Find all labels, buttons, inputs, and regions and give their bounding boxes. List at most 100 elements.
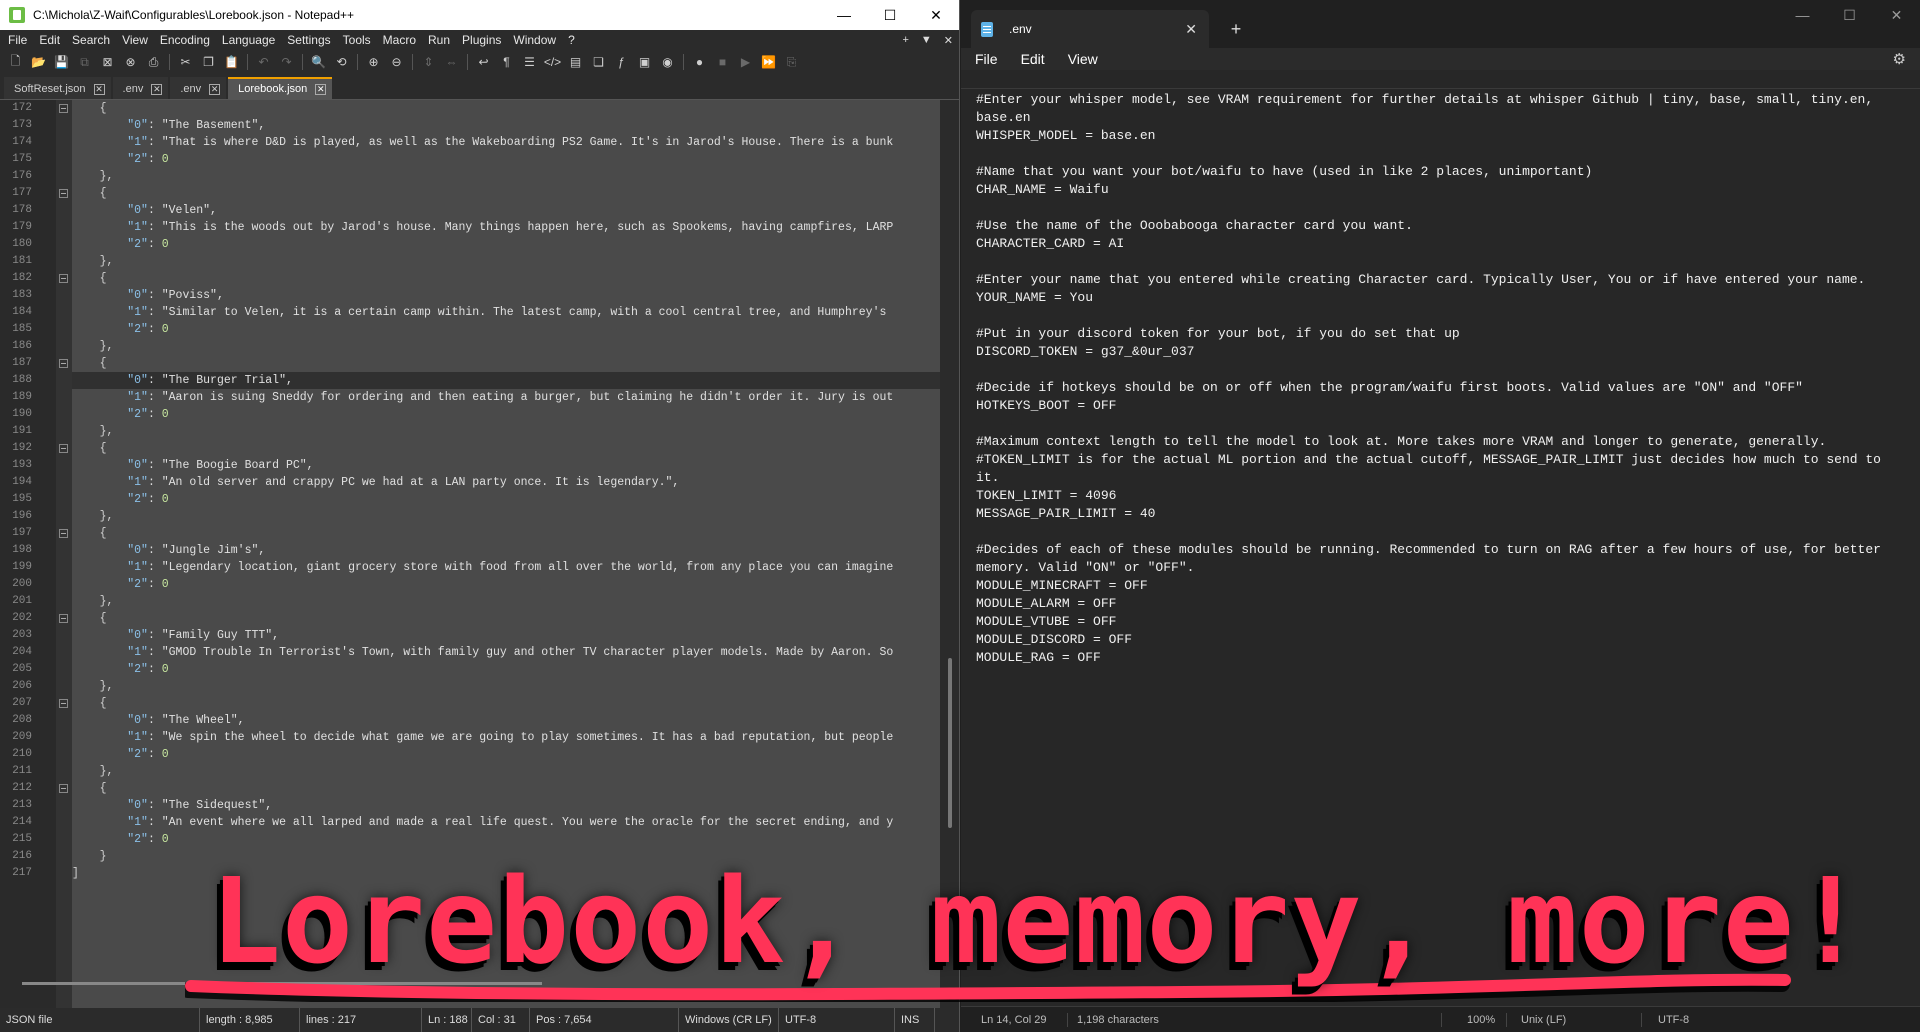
code-line[interactable]: "1": "We spin the wheel to decide what g… <box>72 729 893 746</box>
text-line[interactable]: MODULE_VTUBE = OFF <box>976 613 1910 631</box>
npp-menu-window[interactable]: Window <box>507 33 562 47</box>
fold-toggle-icon[interactable] <box>59 529 68 538</box>
code-line[interactable]: { <box>72 185 107 202</box>
code-line[interactable]: "2": 0 <box>72 831 168 848</box>
record-macro-icon[interactable]: ● <box>690 53 709 71</box>
text-line[interactable]: MODULE_ALARM = OFF <box>976 595 1910 613</box>
document-list-icon[interactable]: ❏ <box>589 53 608 71</box>
fold-toggle-icon[interactable] <box>59 444 68 453</box>
text-line[interactable] <box>976 415 1910 433</box>
text-line[interactable] <box>976 145 1910 163</box>
open-file-icon[interactable]: 📂 <box>29 53 48 71</box>
fold-toggle-icon[interactable] <box>59 274 68 283</box>
npp-menu-plugins[interactable]: Plugins <box>456 33 507 47</box>
code-line[interactable]: "0": "The Burger Trial", <box>72 372 940 389</box>
code-line[interactable]: "2": 0 <box>72 406 168 423</box>
code-line[interactable]: "2": 0 <box>72 236 168 253</box>
text-line[interactable]: WHISPER_MODEL = base.en <box>976 127 1910 145</box>
print-icon[interactable]: ⎙ <box>144 53 163 71</box>
code-line[interactable]: ] <box>72 865 79 882</box>
npp-menu-language[interactable]: Language <box>216 33 281 47</box>
code-line[interactable]: { <box>72 270 107 287</box>
save-icon[interactable]: 💾 <box>52 53 71 71</box>
code-line[interactable]: { <box>72 610 107 627</box>
close-icon[interactable]: ⊠ <box>98 53 117 71</box>
monitoring-icon[interactable]: ◉ <box>658 53 677 71</box>
text-line[interactable]: #Put in your discord token for your bot,… <box>976 325 1910 343</box>
text-line[interactable]: MODULE_DISCORD = OFF <box>976 631 1910 649</box>
npp-menu-help[interactable]: ? <box>562 33 581 47</box>
stop-macro-icon[interactable]: ■ <box>713 53 732 71</box>
word-wrap-icon[interactable]: ↩ <box>474 53 493 71</box>
play-macro-icon[interactable]: ▶ <box>736 53 755 71</box>
tab-env-2[interactable]: .env ✕ <box>170 77 227 99</box>
fold-margin[interactable] <box>56 100 72 1008</box>
text-line[interactable] <box>976 307 1910 325</box>
code-line[interactable]: }, <box>72 338 114 355</box>
code-line[interactable]: }, <box>72 168 114 185</box>
sync-horizontal-icon[interactable]: ⇔ <box>442 53 461 71</box>
run-macro-multiple-icon[interactable]: ⏩ <box>759 53 778 71</box>
text-line[interactable] <box>976 199 1910 217</box>
npp-menu-encoding[interactable]: Encoding <box>154 33 216 47</box>
save-all-icon[interactable]: ⧉ <box>75 53 94 71</box>
folder-as-workspace-icon[interactable]: ▣ <box>635 53 654 71</box>
npp-menu-view[interactable]: View <box>116 33 154 47</box>
code-line[interactable]: "1": "Legendary location, giant grocery … <box>72 559 893 576</box>
npp-tab-list-button[interactable]: ▼ <box>915 34 938 46</box>
code-line[interactable]: }, <box>72 678 114 695</box>
npp-menu-search[interactable]: Search <box>66 33 116 47</box>
undo-icon[interactable]: ↶ <box>254 53 273 71</box>
tab-env-1[interactable]: .env ✕ <box>112 77 169 99</box>
npp-menu-macro[interactable]: Macro <box>377 33 422 47</box>
code-line[interactable]: "0": "The Boogie Board PC", <box>72 457 313 474</box>
text-line[interactable]: MODULE_RAG = OFF <box>976 649 1910 667</box>
code-line[interactable]: "1": "Aaron is suing Sneddy for ordering… <box>72 389 893 406</box>
fold-toggle-icon[interactable] <box>59 784 68 793</box>
notepad-tab-env[interactable]: .env ✕ <box>971 10 1209 48</box>
settings-gear-icon[interactable]: ⚙ <box>1893 50 1906 68</box>
document-map-icon[interactable]: ▤ <box>566 53 585 71</box>
redo-icon[interactable]: ↷ <box>277 53 296 71</box>
save-macro-icon[interactable]: ⎘ <box>782 53 801 71</box>
fold-toggle-icon[interactable] <box>59 614 68 623</box>
text-line[interactable]: #Enter your whisper model, see VRAM requ… <box>976 91 1910 109</box>
code-line[interactable]: "2": 0 <box>72 746 168 763</box>
tab-close-icon[interactable]: ✕ <box>93 83 105 95</box>
copy-icon[interactable]: ❐ <box>199 53 218 71</box>
text-line[interactable]: memory. Valid "ON" or "OFF". <box>976 559 1910 577</box>
new-file-icon[interactable]: 🗋 <box>6 53 25 71</box>
zoom-out-icon[interactable]: ⊖ <box>387 53 406 71</box>
text-line[interactable]: MODULE_MINECRAFT = OFF <box>976 577 1910 595</box>
notepad-close-button[interactable]: ✕ <box>1873 0 1920 30</box>
npp-close-button[interactable]: ✕ <box>913 0 959 30</box>
indent-guide-icon[interactable]: ☰ <box>520 53 539 71</box>
sync-vertical-icon[interactable]: ⇕ <box>419 53 438 71</box>
text-line[interactable]: it. <box>976 469 1910 487</box>
text-line[interactable] <box>976 253 1910 271</box>
tab-close-icon[interactable]: ✕ <box>315 83 327 95</box>
code-line[interactable]: "0": "Family Guy TTT", <box>72 627 279 644</box>
text-line[interactable]: #TOKEN_LIMIT is for the actual ML portio… <box>976 451 1910 469</box>
code-line[interactable]: "0": "The Wheel", <box>72 712 244 729</box>
code-line[interactable]: "1": "That is where D&D is played, as we… <box>72 134 893 151</box>
text-line[interactable] <box>976 361 1910 379</box>
code-line[interactable]: "1": "Similar to Velen, it is a certain … <box>72 304 886 321</box>
npp-close-document-button[interactable]: ✕ <box>938 34 959 47</box>
text-line[interactable]: #Decides of each of these modules should… <box>976 541 1910 559</box>
text-line[interactable]: #Enter your name that you entered while … <box>976 271 1910 289</box>
zoom-in-icon[interactable]: ⊕ <box>364 53 383 71</box>
code-line[interactable]: "0": "The Basement", <box>72 117 265 134</box>
tab-close-icon[interactable]: ✕ <box>151 83 163 95</box>
code-line[interactable]: }, <box>72 593 114 610</box>
npp-menu-edit[interactable]: Edit <box>33 33 66 47</box>
fold-toggle-icon[interactable] <box>59 189 68 198</box>
text-line[interactable]: TOKEN_LIMIT = 4096 <box>976 487 1910 505</box>
code-line[interactable]: { <box>72 440 107 457</box>
notepad-menu-edit[interactable]: Edit <box>1021 51 1045 67</box>
tab-close-icon[interactable]: ✕ <box>209 83 221 95</box>
npp-menu-settings[interactable]: Settings <box>281 33 336 47</box>
npp-minimize-button[interactable]: — <box>821 0 867 30</box>
fold-toggle-icon[interactable] <box>59 699 68 708</box>
text-line[interactable]: MESSAGE_PAIR_LIMIT = 40 <box>976 505 1910 523</box>
